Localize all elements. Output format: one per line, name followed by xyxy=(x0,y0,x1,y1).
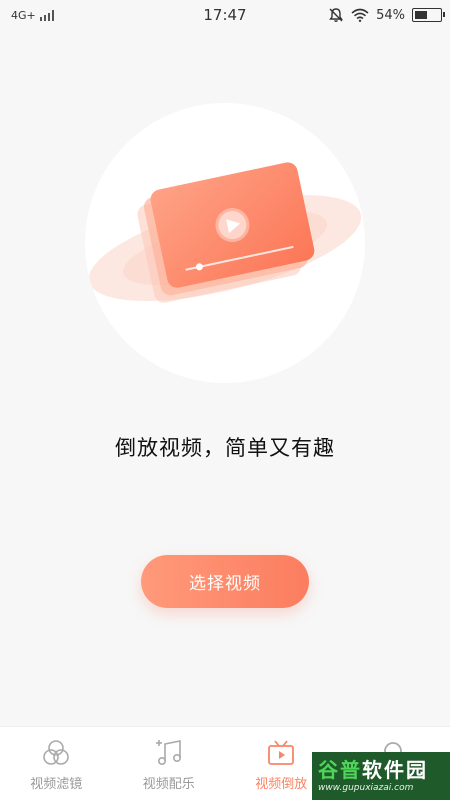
watermark-brand-b: 软件园 xyxy=(362,758,428,782)
watermark-logo: 谷普软件园 www.gupuxiazai.com xyxy=(312,752,450,800)
watermark-brand-a: 谷普 xyxy=(318,758,362,782)
status-icons: 54% xyxy=(328,7,445,23)
wifi-icon xyxy=(351,8,369,22)
select-video-button[interactable]: 选择视频 xyxy=(141,555,309,608)
status-bar: 4G+ 17:47 54% xyxy=(0,0,450,32)
tab-label: 视频配乐 xyxy=(142,777,195,792)
music-note-icon xyxy=(155,740,181,765)
battery-percent: 54% xyxy=(376,7,405,23)
battery-icon xyxy=(412,8,445,22)
video-player-illustration xyxy=(85,103,365,383)
tab-video-music[interactable]: 视频配乐 xyxy=(113,727,226,800)
watermark-url: www.gupuxiazai.com xyxy=(318,783,414,793)
tagline: 倒放视频，简单又有趣 xyxy=(115,436,335,460)
battery-fill xyxy=(415,11,427,19)
tab-label: 视频倒放 xyxy=(255,777,308,792)
video-play-icon xyxy=(268,740,295,765)
tab-label: 视频滤镜 xyxy=(30,777,83,792)
filter-circles-icon xyxy=(43,740,70,765)
tab-video-filter[interactable]: 视频滤镜 xyxy=(0,727,113,800)
bell-off-icon xyxy=(329,8,343,22)
